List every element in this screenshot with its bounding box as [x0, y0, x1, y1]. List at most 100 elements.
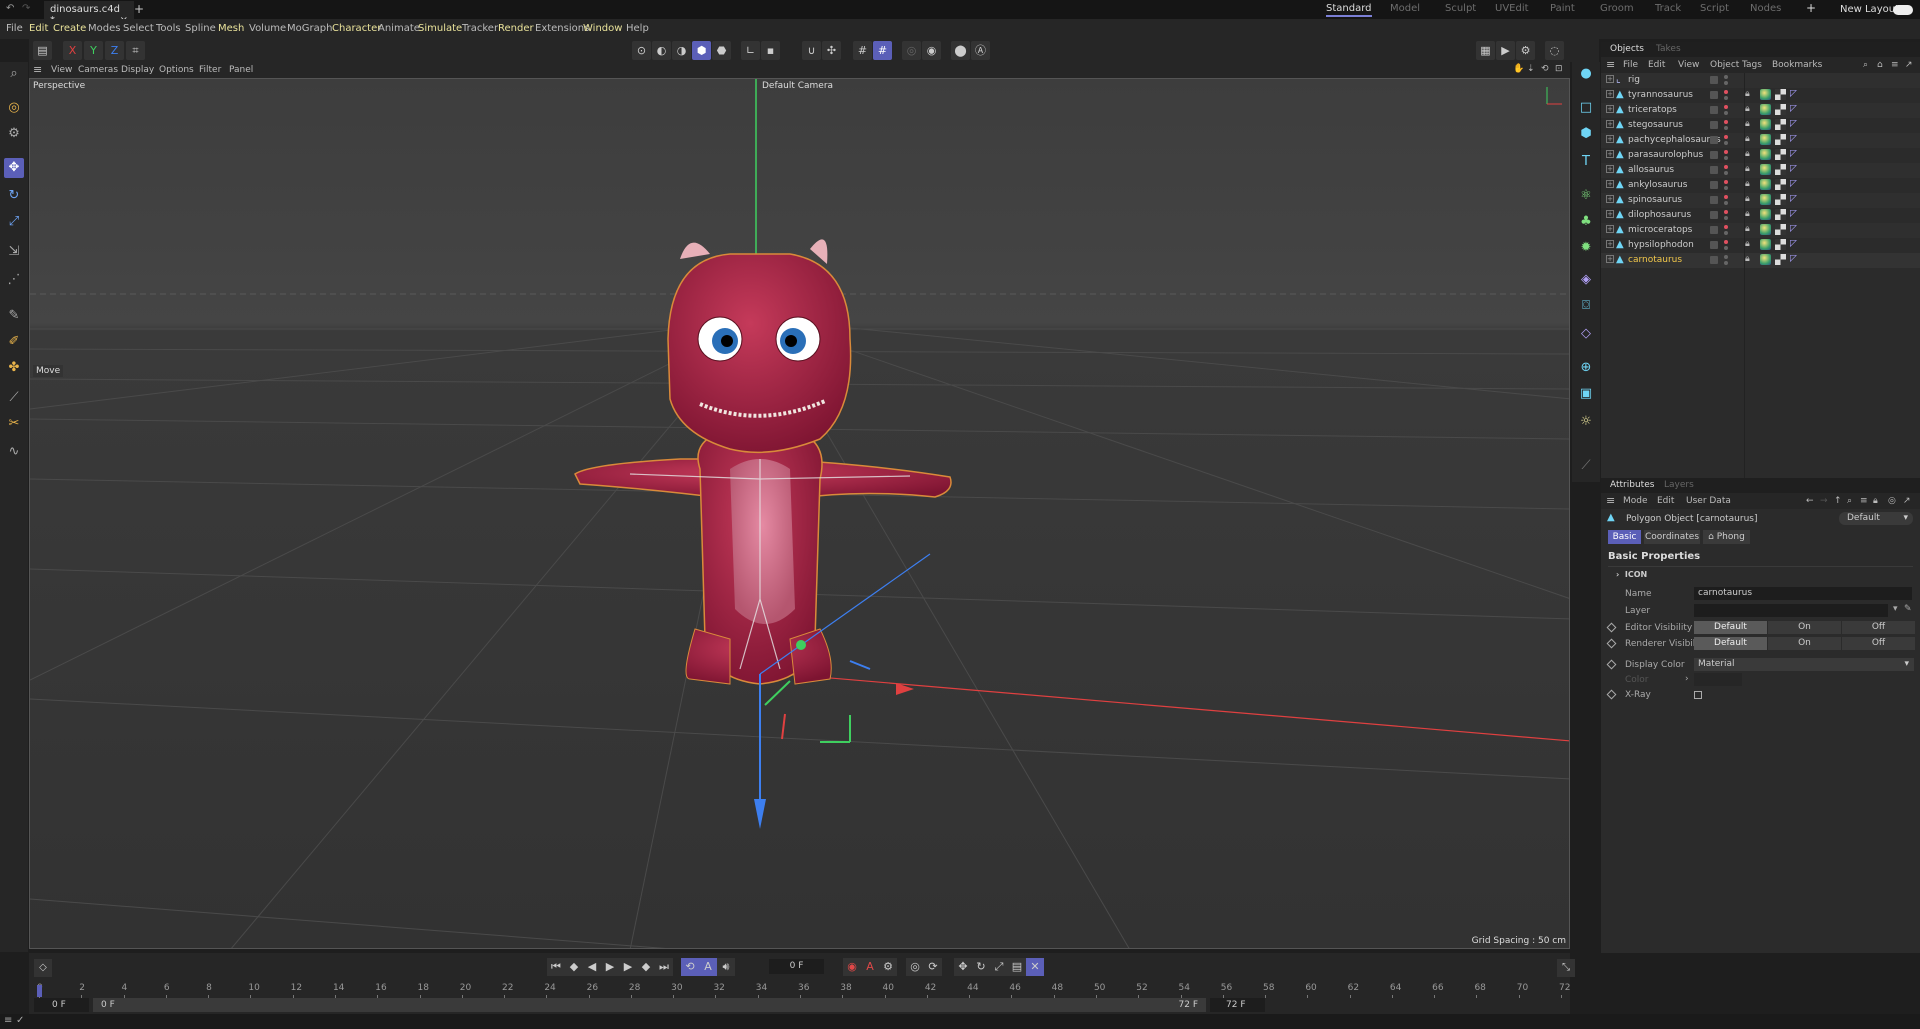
weight-tag-icon[interactable]: ◸ — [1790, 179, 1801, 190]
layer-checkbox[interactable] — [1710, 241, 1718, 249]
filter-icon[interactable]: ≡ — [1891, 60, 1899, 70]
layer-checkbox[interactable] — [1710, 151, 1718, 159]
viewport-menu-options[interactable]: Options — [159, 65, 194, 75]
tweak-icon[interactable]: ✣ — [822, 41, 841, 60]
keyframe-icon[interactable] — [1606, 638, 1617, 649]
editor-visibility-dot[interactable] — [1724, 150, 1728, 154]
edges-mode-icon[interactable]: ◐ — [652, 41, 671, 60]
y-axis-lock[interactable]: Y — [84, 41, 103, 60]
uvw-tag-icon[interactable] — [1775, 134, 1786, 145]
uvw-tag-icon[interactable] — [1775, 224, 1786, 235]
model-mode-icon[interactable]: ⬢ — [692, 41, 711, 60]
object-row[interactable]: + ▲ stegosaurus 🔒︎ ◸ — [1601, 118, 1920, 133]
menu-edit[interactable]: Edit — [29, 23, 48, 34]
layer-checkbox[interactable] — [1710, 226, 1718, 234]
tab-attributes[interactable]: Attributes — [1610, 480, 1654, 490]
mograph-icon[interactable]: ♣ — [1576, 212, 1596, 232]
object-row[interactable]: + ▲ parasaurolophus 🔒︎ ◸ — [1601, 148, 1920, 163]
weight-tag-icon[interactable]: ◸ — [1790, 194, 1801, 205]
render-visibility-dot[interactable] — [1724, 231, 1728, 235]
render-visibility-dot[interactable] — [1724, 111, 1728, 115]
editor-visibility-dot[interactable] — [1724, 90, 1728, 94]
lock-icon[interactable]: 🔒︎ — [1873, 496, 1878, 506]
uvw-tag-icon[interactable] — [1775, 194, 1786, 205]
color-swatch[interactable] — [1694, 673, 1742, 686]
weight-tag-icon[interactable]: ◸ — [1790, 164, 1801, 175]
weight-tag-icon[interactable]: ◸ — [1790, 239, 1801, 250]
layer-field[interactable] — [1694, 604, 1888, 617]
tab-objects[interactable]: Objects — [1610, 44, 1644, 54]
playhead[interactable] — [37, 985, 42, 997]
projection-label[interactable]: Perspective — [33, 81, 85, 91]
menu-animate[interactable]: Animate — [378, 23, 420, 34]
editor-visibility-default[interactable]: Default — [1694, 621, 1767, 634]
material-tag-icon[interactable] — [1760, 194, 1771, 205]
file-tab[interactable]: dinosaurs.c4d *× — [44, 1, 134, 26]
expand-icon[interactable]: › — [1685, 674, 1689, 684]
layer-checkbox[interactable] — [1710, 256, 1718, 264]
coordinate-system-icon[interactable]: ⌗ — [126, 41, 145, 60]
layout-tab-groom[interactable]: Groom — [1600, 3, 1634, 14]
layer-checkbox[interactable] — [1710, 106, 1718, 114]
expand-icon[interactable]: + — [1606, 210, 1614, 218]
objects-menu-object[interactable]: Object — [1710, 60, 1739, 70]
pan-icon[interactable]: ✋ — [1513, 64, 1524, 74]
environment-icon[interactable]: ⊕ — [1576, 358, 1596, 378]
workplane-icon[interactable]: ◎ — [902, 41, 921, 60]
weight-tag-icon[interactable]: ◸ — [1790, 254, 1801, 265]
layout-tab-sculpt[interactable]: Sculpt — [1445, 3, 1476, 14]
rotate-tool-icon[interactable]: ↻ — [4, 186, 24, 206]
layer-checkbox[interactable] — [1710, 76, 1718, 84]
object-row[interactable]: + ▲ spinosaurus 🔒︎ ◸ — [1601, 193, 1920, 208]
layer-checkbox[interactable] — [1710, 181, 1718, 189]
brush-icon[interactable]: ⟋ — [4, 388, 24, 408]
attributes-menu-user-data[interactable]: User Data — [1686, 496, 1731, 506]
quantize-icon[interactable]: ◉ — [922, 41, 941, 60]
menu-volume[interactable]: Volume — [249, 23, 286, 34]
weight-tag-icon[interactable]: ◸ — [1790, 209, 1801, 220]
editor-visibility-on[interactable]: On — [1768, 621, 1841, 634]
editor-visibility-dot[interactable] — [1724, 180, 1728, 184]
menu-render[interactable]: Render — [498, 23, 534, 34]
scale-tool-icon[interactable]: ⤢ — [4, 212, 24, 232]
subtab-basic[interactable]: Basic — [1608, 530, 1641, 544]
subtab-phong[interactable]: ⌂ Phong — [1703, 530, 1750, 544]
light-icon[interactable]: ☼ — [1576, 412, 1596, 432]
protection-tag-icon[interactable]: 🔒︎ — [1745, 254, 1756, 265]
up-icon[interactable]: ↑ — [1834, 496, 1842, 506]
transform-icon[interactable]: ⇲ — [4, 242, 24, 262]
material-tag-icon[interactable] — [1760, 209, 1771, 220]
menu-character[interactable]: Character — [332, 23, 381, 34]
menu-modes[interactable]: Modes — [88, 23, 120, 34]
layout-tab-paint[interactable]: Paint — [1550, 3, 1575, 14]
objects-menu-file[interactable]: File — [1623, 60, 1638, 70]
render-visibility-dot[interactable] — [1724, 156, 1728, 160]
menu-mesh[interactable]: Mesh — [218, 23, 244, 34]
renderer-visibility-default[interactable]: Default — [1694, 637, 1767, 650]
x-axis-lock[interactable]: X — [63, 41, 82, 60]
home-icon[interactable]: ⌂ — [1877, 60, 1883, 70]
editor-visibility-dot[interactable] — [1724, 195, 1728, 199]
icon-group-toggle[interactable]: › ICON — [1616, 570, 1647, 579]
expand-icon[interactable]: + — [1606, 105, 1614, 113]
layer-dropdown-icon[interactable]: ▾ — [1893, 604, 1898, 614]
material-tag-icon[interactable] — [1760, 224, 1771, 235]
tab-takes[interactable]: Takes — [1656, 44, 1681, 54]
renderer-visibility-off[interactable]: Off — [1842, 637, 1915, 650]
uvw-tag-icon[interactable] — [1775, 209, 1786, 220]
expand-icon[interactable]: + — [1606, 120, 1614, 128]
render-visibility-dot[interactable] — [1724, 141, 1728, 145]
render-visibility-dot[interactable] — [1724, 126, 1728, 130]
polygons-mode-icon[interactable]: ◑ — [672, 41, 691, 60]
add-layout-button[interactable]: + — [1806, 1, 1816, 15]
material-tag-icon[interactable] — [1760, 134, 1771, 145]
menu-file[interactable]: File — [6, 23, 23, 34]
render-visibility-dot[interactable] — [1724, 261, 1728, 265]
layer-checkbox[interactable] — [1710, 211, 1718, 219]
protection-tag-icon[interactable]: 🔒︎ — [1745, 149, 1756, 160]
axis-mode-icon[interactable]: ∟ — [741, 41, 760, 60]
expand-icon[interactable]: + — [1606, 255, 1614, 263]
expand-icon[interactable]: + — [1606, 225, 1614, 233]
attributes-menu-edit[interactable]: Edit — [1657, 496, 1674, 506]
uvw-tag-icon[interactable] — [1775, 239, 1786, 250]
